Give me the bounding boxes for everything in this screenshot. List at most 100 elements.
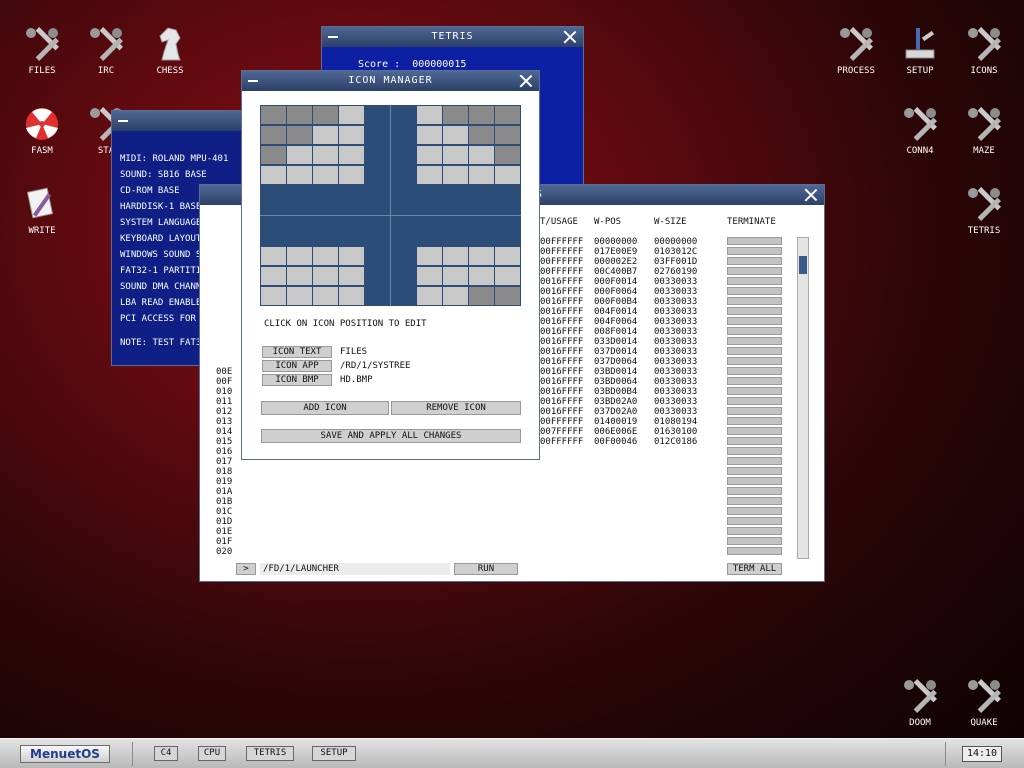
setup-line[interactable]: SOUND: SB16 BASE [120,170,207,180]
icon-slot-empty[interactable] [417,267,442,285]
icon-slot-empty[interactable] [313,247,338,265]
terminate-button[interactable] [727,317,782,325]
add-icon-button[interactable]: ADD ICON [261,401,389,415]
icon-slot-empty[interactable] [313,287,338,305]
icon-slot-occupied[interactable] [443,106,468,124]
desktop-icon-irc[interactable]: IRC [74,24,138,76]
run-path-input[interactable]: /FD/1/LAUNCHER [260,563,450,575]
desktop-icon-tetris[interactable]: TETRIS [952,184,1016,236]
taskbar-button-setup[interactable]: SETUP [312,746,356,761]
desktop-icon-chess[interactable]: CHESS [138,24,202,76]
icon-slot-empty[interactable] [261,287,286,305]
taskbar-button-tetris[interactable]: TETRIS [246,746,294,761]
icon-slot-empty[interactable] [495,166,520,184]
icon-slot-empty[interactable] [287,267,312,285]
terminate-button[interactable] [727,307,782,315]
setup-line[interactable]: KEYBOARD LAYOUT [120,234,201,244]
icon-slot-empty[interactable] [443,267,468,285]
terminate-button[interactable] [727,427,782,435]
setup-line[interactable]: HARDDISK-1 BASE [120,202,201,212]
close-icon[interactable] [563,30,577,44]
desktop-icon-files[interactable]: FILES [10,24,74,76]
run-button[interactable]: RUN [454,563,518,575]
terminate-button[interactable] [727,337,782,345]
terminate-button[interactable] [727,247,782,255]
icon-slot-empty[interactable] [495,267,520,285]
terminate-button[interactable] [727,387,782,395]
icon-slot-empty[interactable] [443,166,468,184]
icon-text-button[interactable]: ICON TEXT [262,346,332,358]
terminate-button[interactable] [727,237,782,245]
icon-slot-empty[interactable] [417,126,442,144]
icon-slot-empty[interactable] [417,146,442,164]
desktop-icon-fasm[interactable]: FASM [10,104,74,156]
setup-line[interactable]: SYSTEM LANGUAGE [120,218,201,228]
terminate-button[interactable] [727,377,782,385]
scrollbar-thumb[interactable] [799,256,807,274]
close-icon[interactable] [519,74,533,88]
icon-position-grid[interactable] [260,105,521,306]
icon-slot-occupied[interactable] [495,106,520,124]
icon-slot-empty[interactable] [469,146,494,164]
icon-slot-empty[interactable] [313,146,338,164]
icon-slot-occupied[interactable] [495,146,520,164]
minimize-icon[interactable] [328,36,338,38]
tetris-titlebar[interactable]: TETRIS [322,27,583,47]
terminate-button[interactable] [727,447,782,455]
icon-slot-occupied[interactable] [287,126,312,144]
icon-slot-occupied[interactable] [495,287,520,305]
terminate-button[interactable] [727,517,782,525]
icon-slot-empty[interactable] [469,166,494,184]
icon-slot-occupied[interactable] [313,106,338,124]
terminate-button[interactable] [727,347,782,355]
icon-slot-occupied[interactable] [469,287,494,305]
icon-slot-empty[interactable] [417,166,442,184]
desktop-icon-doom[interactable]: DOOM [888,676,952,728]
setup-line[interactable]: CD-ROM BASE [120,186,180,196]
icon-slot-empty[interactable] [339,146,364,164]
close-icon[interactable] [804,188,818,202]
icon-bmp-value[interactable]: HD.BMP [340,375,373,385]
taskbar-button-c4[interactable]: C4 [154,746,178,761]
terminate-button[interactable] [727,357,782,365]
terminate-button[interactable] [727,417,782,425]
terminate-button[interactable] [727,257,782,265]
remove-icon-button[interactable]: REMOVE ICON [391,401,521,415]
icon-slot-empty[interactable] [261,247,286,265]
icon-text-value[interactable]: FILES [340,347,367,357]
terminate-button[interactable] [727,327,782,335]
icon-slot-empty[interactable] [339,166,364,184]
icon-slot-occupied[interactable] [495,126,520,144]
icon-slot-empty[interactable] [443,287,468,305]
icon-slot-empty[interactable] [339,247,364,265]
icon-slot-empty[interactable] [339,287,364,305]
menu-button[interactable]: MenuetOS [20,745,110,763]
terminate-button[interactable] [727,287,782,295]
icon-slot-occupied[interactable] [287,106,312,124]
icon-bmp-button[interactable]: ICON BMP [262,374,332,386]
terminate-button[interactable] [727,547,782,555]
terminate-button[interactable] [727,277,782,285]
icon-slot-occupied[interactable] [261,106,286,124]
process-scrollbar[interactable] [797,237,809,559]
desktop-icon-write[interactable]: WRITE [10,184,74,236]
icon-slot-empty[interactable] [469,247,494,265]
desktop-icon-setup[interactable]: SETUP [888,24,952,76]
taskbar-button-cpu[interactable]: CPU [198,746,226,761]
icon-app-button[interactable]: ICON APP [262,360,332,372]
minimize-icon[interactable] [248,80,258,82]
terminate-button[interactable] [727,367,782,375]
icon-slot-empty[interactable] [313,267,338,285]
icon-slot-occupied[interactable] [469,126,494,144]
icon-manager-titlebar[interactable]: ICON MANAGER [242,71,539,91]
desktop-icon-quake[interactable]: QUAKE [952,676,1016,728]
icon-slot-empty[interactable] [339,106,364,124]
icon-slot-empty[interactable] [417,106,442,124]
terminate-button[interactable] [727,407,782,415]
icon-slot-empty[interactable] [417,247,442,265]
icon-slot-occupied[interactable] [261,146,286,164]
terminate-button[interactable] [727,487,782,495]
icon-slot-empty[interactable] [469,267,494,285]
desktop-icon-icons[interactable]: ICONS [952,24,1016,76]
icon-slot-empty[interactable] [495,247,520,265]
